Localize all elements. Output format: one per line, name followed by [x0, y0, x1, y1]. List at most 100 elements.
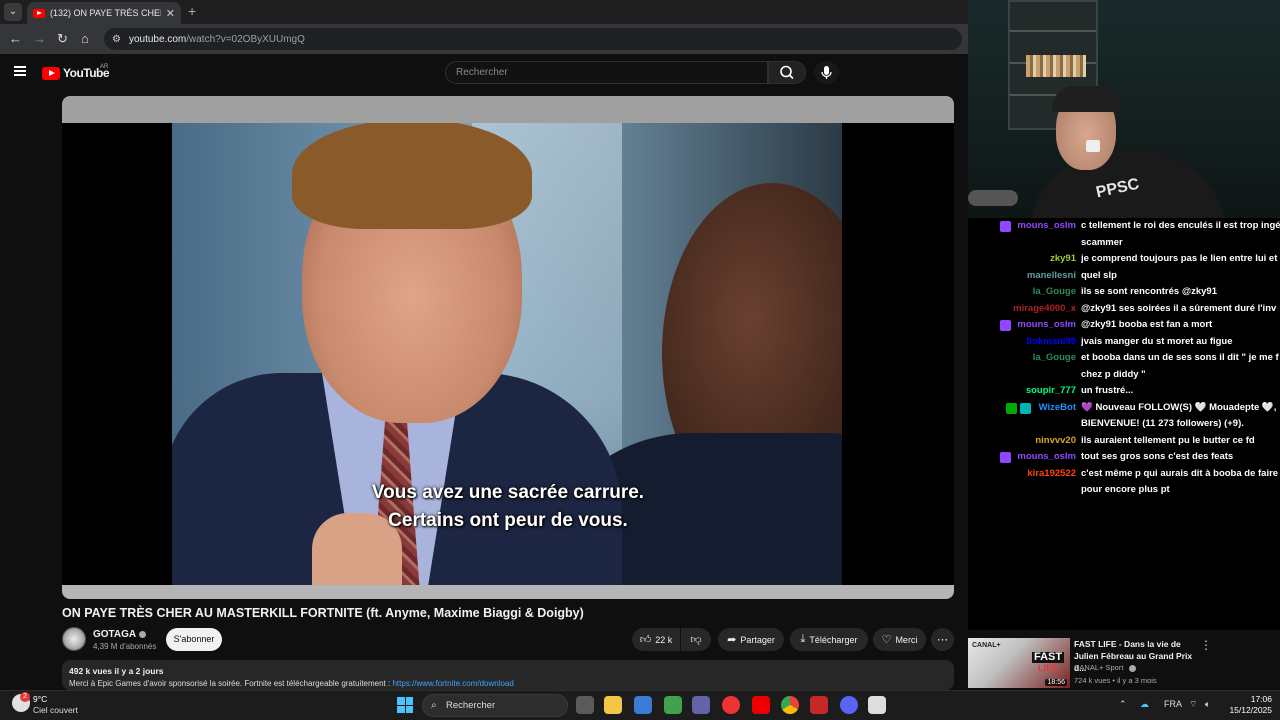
home-icon[interactable]: ⌂ — [81, 31, 89, 46]
like-count: 22 k — [655, 634, 673, 645]
forward-arrow-icon[interactable]: → — [33, 31, 46, 46]
search-button[interactable] — [768, 61, 806, 84]
thanks-button[interactable]: ♡ Merci — [873, 628, 926, 651]
chat-text-line: scammer — [1081, 236, 1123, 248]
browser-toolbar: ← → ↻ ⌂ ⚙ youtube.com/watch?v=02OByXUUmg… — [0, 24, 968, 54]
more-vertical-icon[interactable]: ⋮ — [1200, 638, 1212, 652]
video-player[interactable]: Vous avez une sacrée carrure. Certains o… — [62, 96, 954, 599]
nvidia-icon[interactable] — [664, 696, 682, 714]
subscribe-button[interactable]: S'abonner — [166, 628, 222, 651]
store-icon[interactable] — [634, 696, 652, 714]
weather-description[interactable]: Ciel couvert — [33, 705, 78, 715]
clock-time: 17:06 — [1250, 694, 1272, 704]
discord-icon[interactable] — [840, 696, 858, 714]
channel-name[interactable]: GOTAGA — [93, 629, 147, 640]
taskbar-search[interactable]: ⌕ Rechercher — [422, 694, 568, 717]
reload-icon[interactable]: ↻ — [57, 31, 68, 47]
youtube-app-icon[interactable] — [752, 696, 770, 714]
recommended-channel[interactable]: CANAL+ Sport — [1074, 663, 1136, 672]
clock-date: 15/12/2025 — [1229, 705, 1272, 715]
file-explorer-icon[interactable] — [604, 696, 622, 714]
chat-username[interactable]: la_Gouge — [968, 350, 1076, 367]
chat-panel: mouns_oslm c tellement le roi des enculés… — [968, 218, 1280, 630]
streaming-app-icon[interactable] — [810, 696, 828, 714]
chat-username[interactable]: manellesni — [968, 268, 1076, 285]
chat-text: jvais manger du st moret au figue — [1081, 334, 1280, 351]
chat-username[interactable]: mouns_oslm — [968, 218, 1076, 235]
subtitle-line-1: Vous avez une sacrée carrure. — [371, 482, 645, 503]
description-box[interactable]: 492 k vues il y a 2 jours Merci à Epic G… — [62, 660, 954, 690]
new-tab-icon[interactable]: + — [188, 3, 196, 19]
tab-search-chevron-icon[interactable]: ⌄ — [4, 3, 22, 21]
channel-avatar[interactable] — [62, 627, 86, 651]
chat-text: et booba dans un de ses sons il dit " je… — [1081, 350, 1280, 383]
recommended-thumbnail[interactable]: CANAL+ FAST LIFE 18:56 — [968, 638, 1070, 688]
chat-text: ils auraient tellement pu le butter ce f… — [1081, 433, 1280, 450]
windows-taskbar: 2 9°C Ciel couvert ⌕ Rechercher ⌃ ☁ FRA … — [0, 690, 1280, 720]
weather-badge: 2 — [20, 692, 30, 702]
chat-text: @zky91 ses soirées il a sûrement duré l'… — [1081, 301, 1280, 318]
cloud-icon[interactable]: ☁ — [1140, 699, 1149, 710]
thumbs-down-icon: 👎︎ — [690, 634, 702, 646]
windows-start-icon[interactable] — [397, 697, 413, 713]
chat-text-line: pour encore plus pt — [1081, 484, 1170, 495]
back-arrow-icon[interactable]: ← — [9, 31, 22, 46]
site-info-icon[interactable]: ⚙ — [112, 34, 121, 45]
like-button[interactable]: 👍︎ 22 k — [632, 628, 680, 651]
address-bar[interactable]: ⚙ youtube.com/watch?v=02OByXUUmgQ — [104, 28, 962, 50]
language-indicator[interactable]: FRA — [1164, 699, 1182, 709]
chat-username[interactable]: ninvvv20 — [968, 433, 1076, 450]
weather-temperature[interactable]: 9°C — [33, 694, 47, 704]
browser-tab-youtube[interactable]: (132) ON PAYE TRÈS CHER AU M ✕ — [27, 2, 181, 24]
chat-username[interactable]: mirage4000_x — [968, 301, 1076, 318]
voice-search-button[interactable] — [814, 61, 839, 84]
chat-text-line: quel slp — [1081, 269, 1117, 281]
chat-text: c tellement le roi des enculés il est tr… — [1081, 218, 1280, 251]
chat-text-line: c'est même p qui aurais dit à booba de f… — [1081, 467, 1279, 479]
thanks-heart-icon: ♡ — [881, 634, 892, 646]
search-icon — [780, 65, 794, 80]
chat-text-line: jvais manger du st moret au figue — [1081, 335, 1233, 347]
more-actions-button[interactable]: ⋯ — [931, 628, 954, 651]
dislike-button[interactable]: 👎︎ — [681, 628, 711, 651]
chat-text-line: ils se sont rencontrés @zky91 — [1081, 286, 1217, 297]
chat-username[interactable]: WizeBot — [968, 400, 1076, 417]
chat-username[interactable]: soupir_777 — [968, 383, 1076, 400]
description-link[interactable]: https://www.fortnite.com/download — [392, 679, 513, 688]
subtitle-line-2: Certains ont peur de vous. — [388, 510, 628, 531]
verified-icon — [139, 630, 147, 638]
chat-username[interactable]: mouns_oslm — [968, 317, 1076, 334]
chat-text: tout ses gros sons c'est des feats — [1081, 449, 1280, 466]
chat-text-line: 💜 Nouveau FOLLOW(S) 🤍 Mouadepte 🤍, — [1081, 401, 1277, 413]
clock[interactable]: 17:06 15/12/2025 — [1228, 694, 1272, 716]
share-button[interactable]: ➦ Partager — [718, 628, 784, 651]
thumbnail-title-life: LIFE — [1038, 663, 1058, 673]
teams-icon[interactable] — [692, 696, 710, 714]
chat-username[interactable]: kira192522 — [968, 466, 1076, 483]
subscriber-count: 4,39 M d'abonnés — [93, 642, 157, 651]
close-tab-icon[interactable]: ✕ — [166, 7, 175, 20]
chat-username[interactable]: zky91 — [968, 251, 1076, 268]
notepad-icon[interactable] — [868, 696, 886, 714]
view-stats: 492 k vues il y a 2 jours — [69, 666, 164, 676]
chat-username[interactable]: mouns_oslm — [968, 449, 1076, 466]
youtube-logo[interactable]: YouTube — [42, 66, 110, 80]
chrome-icon[interactable] — [781, 696, 799, 714]
taskbar-search-label: Rechercher — [446, 700, 496, 711]
tab-title: (132) ON PAYE TRÈS CHER AU M — [50, 8, 161, 18]
volume-icon[interactable]: 🔈︎ — [1205, 699, 1210, 710]
screen: ⌄ (132) ON PAYE TRÈS CHER AU M ✕ + ← → ↻… — [0, 0, 1280, 720]
menu-icon[interactable] — [14, 66, 26, 76]
tray-chevron-icon[interactable]: ⌃ — [1119, 699, 1127, 710]
task-view-icon[interactable] — [576, 696, 594, 714]
verified-icon — [1128, 664, 1136, 672]
download-button[interactable]: ⤓ Télécharger — [790, 628, 868, 651]
chat-username[interactable]: bokmani99 — [968, 334, 1076, 351]
chat-username[interactable]: la_Gouge — [968, 284, 1076, 301]
wifi-icon[interactable]: ⌔ — [1189, 699, 1197, 710]
chat-text-line: @zky91 booba est fan a mort — [1081, 319, 1213, 330]
search-input[interactable]: Rechercher — [445, 61, 768, 84]
microphone-icon — [821, 66, 832, 79]
chat-text-line: et booba dans un de ses sons il dit " je… — [1081, 352, 1279, 363]
media-player-icon[interactable] — [722, 696, 740, 714]
